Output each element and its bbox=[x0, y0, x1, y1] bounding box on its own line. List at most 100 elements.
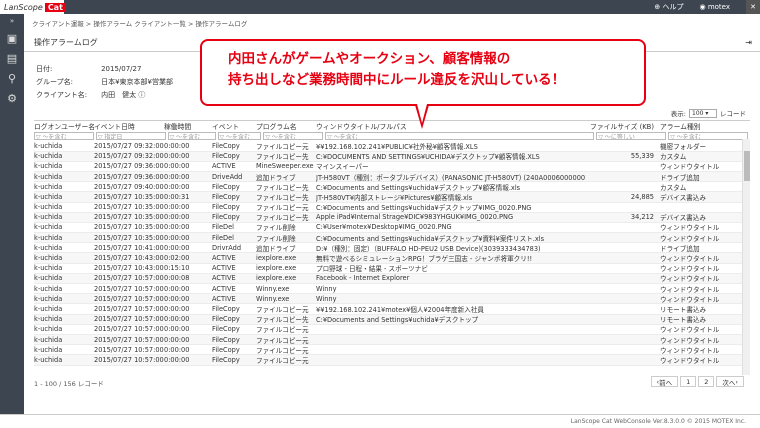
table-row[interactable]: k-uchida 2015/07/27 10:35:00 0:00:00 FileCo… bbox=[34, 212, 750, 223]
table-cell: C:¥Documents and Settings¥uchida¥デスクトップ¥… bbox=[316, 234, 545, 243]
column-header[interactable]: ログオンユーザー名 bbox=[34, 121, 94, 131]
table-cell: ファイルコピー先 bbox=[256, 183, 309, 192]
column-header[interactable]: イベント日時 bbox=[94, 121, 164, 131]
table-row[interactable]: k-uchida 2015/07/27 10:57:00 0:00:00 FileCo… bbox=[34, 345, 750, 356]
client-info: 日付: 2015/07/27 グループ名: 日本¥東京本部¥営業部 クライアント名:… bbox=[36, 65, 174, 99]
table-cell: 0:00:00 bbox=[164, 335, 190, 344]
column-filter[interactable]: ▽ 指定日 bbox=[95, 132, 166, 141]
column-filter[interactable]: ▽ ～を含む bbox=[217, 132, 262, 141]
table-cell: 2015/07/27 10:57:00 bbox=[94, 294, 164, 303]
gear-icon[interactable]: ⚙ bbox=[0, 88, 24, 108]
table-cell: ドライブ追加 bbox=[660, 244, 700, 253]
next-button[interactable]: 次へ › bbox=[716, 376, 744, 387]
table-row[interactable]: k-uchida 2015/07/27 10:57:00 0:00:08 ACTIVE… bbox=[34, 273, 750, 284]
table-cell: ウィンドウタイトル bbox=[660, 265, 720, 274]
table-cell: FileCopy bbox=[212, 304, 240, 313]
table-cell: 無料で遊べるシミュレーションRPG！ブラゲ三国志 - ジャンボ将軍クリ!! bbox=[316, 255, 533, 264]
table-row[interactable]: k-uchida 2015/07/27 09:36:00 0:00:00 ACTIVE… bbox=[34, 162, 750, 172]
table-cell: 2015/07/27 10:57:00 bbox=[94, 335, 164, 344]
table-cell: 2015/07/27 10:35:00 bbox=[94, 233, 164, 242]
table-cell: 追加ドライブ bbox=[256, 244, 296, 253]
export-icon[interactable]: ⇥ bbox=[745, 38, 752, 47]
logo: LanScope Cat bbox=[0, 0, 66, 14]
table-cell: ウィンドウタイトル bbox=[660, 163, 720, 172]
column-filter[interactable]: ▽ ～に等しい bbox=[596, 132, 667, 141]
breadcrumb[interactable]: クライアント運報 > 操作アラーム クライアント一覧 > 操作アラームログ bbox=[32, 18, 247, 28]
table-cell: 0:00:00 bbox=[164, 141, 190, 150]
table-cell: Facebook - Internet Explorer bbox=[316, 274, 410, 283]
table-cell: ウィンドウタイトル bbox=[660, 346, 720, 355]
table-row[interactable]: k-uchida 2015/07/27 10:35:00 0:00:00 FileDe… bbox=[34, 223, 750, 234]
table-cell: C:¥DOCUMENTS AND SETTINGS¥UCHIDA¥デスクトップ¥… bbox=[316, 153, 540, 162]
column-filter[interactable]: ▽ ～を含む bbox=[34, 132, 94, 141]
column-filter[interactable]: ▽ ～を含む bbox=[325, 132, 595, 141]
table-row[interactable]: k-uchida 2015/07/27 10:43:00 0:02:00 ACTIVE… bbox=[34, 253, 750, 264]
column-header[interactable]: ウィンドウタイトル/フルパス bbox=[316, 121, 586, 131]
table-row[interactable]: k-uchida 2015/07/27 10:35:00 0:00:31 FileCo… bbox=[34, 192, 750, 203]
table-cell: Winny bbox=[316, 294, 337, 303]
calendar-icon[interactable]: ▣ bbox=[0, 28, 24, 48]
table-cell: FileCopy bbox=[212, 315, 240, 324]
table-cell: C:¥Documents and Settings¥uchida¥デスクトップ bbox=[316, 316, 479, 325]
table-cell: 0:00:00 bbox=[164, 294, 190, 303]
table-cell: デバイス書込み bbox=[660, 214, 706, 223]
column-header[interactable]: ファイルサイズ (KB) bbox=[586, 121, 656, 131]
column-header[interactable]: 稼働時間 bbox=[164, 121, 212, 131]
table-cell: 0:00:00 bbox=[164, 233, 190, 242]
table-cell: DrivrAdd bbox=[212, 243, 241, 252]
prev-button[interactable]: ‹ 前へ bbox=[650, 376, 679, 387]
table-row[interactable]: k-uchida 2015/07/27 09:32:00 0:00:00 FileCo… bbox=[34, 141, 750, 152]
document-icon[interactable]: ▤ bbox=[0, 48, 24, 68]
table-cell: 0:00:00 bbox=[164, 213, 190, 222]
table-cell: FileCopy bbox=[212, 335, 240, 344]
table-cell: 2015/07/27 09:32:00 bbox=[94, 152, 164, 161]
info-icon[interactable]: ⓘ bbox=[138, 91, 145, 99]
table-cell: ACTIVE bbox=[212, 162, 236, 171]
table-cell: 0:00:00 bbox=[164, 223, 190, 232]
table-row[interactable]: k-uchida 2015/07/27 09:40:00 0:00:00 FileCo… bbox=[34, 182, 750, 193]
table-row[interactable]: k-uchida 2015/07/27 10:41:00 0:00:00 DrivrA… bbox=[34, 243, 750, 254]
table-cell: ACTIVE bbox=[212, 274, 236, 283]
page-1-button[interactable]: 1 bbox=[680, 376, 697, 387]
page-2-button[interactable]: 2 bbox=[698, 376, 715, 387]
scrollbar[interactable] bbox=[742, 139, 750, 375]
table-cell: ¥¥192.168.102.241¥motex¥個人¥2004年度新入社員 bbox=[316, 305, 485, 314]
table-row[interactable]: k-uchida 2015/07/27 10:43:00 0:15:10 ACTIVE… bbox=[34, 264, 750, 274]
column-filter[interactable]: ▽ ～を含む bbox=[668, 132, 748, 141]
column-header[interactable]: アラーム種別 bbox=[656, 121, 736, 131]
table-row[interactable]: k-uchida 2015/07/27 10:35:00 0:00:00 FileCo… bbox=[34, 203, 750, 213]
table-row[interactable]: k-uchida 2015/07/27 10:35:00 0:00:00 FileDe… bbox=[34, 233, 750, 244]
table-row[interactable]: k-uchida 2015/07/27 10:57:00 0:00:00 FileCo… bbox=[34, 304, 750, 315]
page-size-select[interactable]: 100 ▾ bbox=[689, 108, 717, 118]
table-row[interactable]: k-uchida 2015/07/27 10:57:00 0:00:00 ACTIVE… bbox=[34, 284, 750, 295]
table-cell: k-uchida bbox=[34, 192, 63, 201]
table-cell: 2015/07/27 09:36:00 bbox=[94, 172, 164, 181]
table-row[interactable]: k-uchida 2015/07/27 10:57:00 0:00:00 FileCo… bbox=[34, 334, 750, 346]
column-filter[interactable]: ▽ ～を含む bbox=[263, 132, 324, 141]
close-icon[interactable]: ✕ bbox=[746, 0, 760, 14]
table-cell: k-uchida bbox=[34, 254, 63, 263]
table-cell: k-uchida bbox=[34, 223, 63, 232]
table-cell: 0:00:08 bbox=[164, 274, 190, 283]
expand-icon[interactable]: » bbox=[0, 14, 24, 28]
table-row[interactable]: k-uchida 2015/07/27 09:36:00 0:00:00 DriveA… bbox=[34, 171, 750, 183]
search-icon[interactable]: ⚲ bbox=[0, 68, 24, 88]
table-cell: FileCopy bbox=[212, 355, 240, 364]
table-row[interactable]: k-uchida 2015/07/27 10:57:00 0:00:00 FileCo… bbox=[34, 314, 750, 325]
column-filter[interactable]: ▽ ～を含む bbox=[167, 132, 216, 141]
user-menu[interactable]: ◉ motex bbox=[699, 3, 738, 11]
table-row[interactable]: k-uchida 2015/07/27 09:32:00 0:00:00 FileCo… bbox=[34, 151, 750, 162]
table-cell: FileCopy bbox=[212, 345, 240, 354]
table-cell: k-uchida bbox=[34, 355, 63, 364]
table-row[interactable]: k-uchida 2015/07/27 10:57:00 0:00:00 FileCo… bbox=[34, 355, 750, 366]
table-cell: プロ野球 - 日程・結果 - スポーツナビ bbox=[316, 265, 428, 274]
table-row[interactable]: k-uchida 2015/07/27 10:57:00 0:00:00 FileCo… bbox=[34, 325, 750, 335]
column-header[interactable]: プログラム名 bbox=[256, 121, 316, 131]
table-cell: C:¥Documents and Settings¥uchida¥デスクトップ¥… bbox=[316, 204, 532, 213]
table-cell: Apple iPad¥Internal Strage¥DIC¥983YHGUK¥… bbox=[316, 213, 514, 222]
help-link[interactable]: ⊕ ヘルプ bbox=[654, 2, 691, 12]
column-header[interactable]: イベント bbox=[212, 121, 256, 131]
table-cell: デバイス書込み bbox=[660, 193, 706, 202]
table-cell: Winny.exe bbox=[256, 294, 290, 303]
table-row[interactable]: k-uchida 2015/07/27 10:57:00 0:00:00 ACTIVE… bbox=[34, 294, 750, 305]
